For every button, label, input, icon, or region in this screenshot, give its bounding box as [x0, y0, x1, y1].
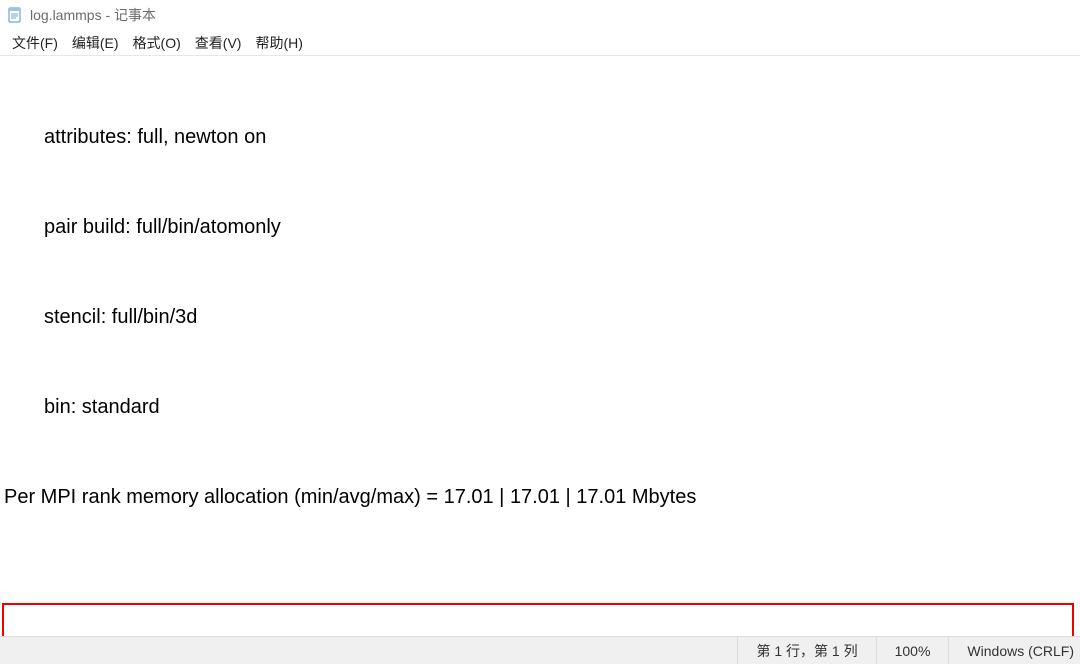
highlight-box: Step Temp Press PotEng Volume Lx Ly Lz 0…	[2, 603, 1074, 636]
titlebar: log.lammps - 记事本	[0, 0, 1080, 30]
menubar: 文件(F) 编辑(E) 格式(O) 查看(V) 帮助(H)	[0, 30, 1080, 56]
menu-file[interactable]: 文件(F)	[6, 31, 64, 55]
status-spacer	[0, 637, 738, 664]
menu-help[interactable]: 帮助(H)	[249, 31, 308, 55]
log-line: attributes: full, newton on	[2, 122, 1078, 152]
log-line: pair build: full/bin/atomonly	[2, 212, 1078, 242]
window-title: log.lammps - 记事本	[30, 5, 156, 25]
menu-format[interactable]: 格式(O)	[127, 31, 187, 55]
status-zoom: 100%	[877, 637, 950, 664]
menu-view[interactable]: 查看(V)	[189, 31, 248, 55]
notepad-icon	[6, 6, 24, 24]
log-line: bin: standard	[2, 392, 1078, 422]
status-cursor-position: 第 1 行，第 1 列	[738, 637, 876, 664]
log-line: Per MPI rank memory allocation (min/avg/…	[2, 482, 1078, 512]
text-area[interactable]: attributes: full, newton on pair build: …	[0, 56, 1080, 636]
menu-edit[interactable]: 编辑(E)	[66, 31, 125, 55]
log-line: stencil: full/bin/3d	[2, 302, 1078, 332]
status-line-ending: Windows (CRLF)	[949, 637, 1080, 664]
statusbar: 第 1 行，第 1 列 100% Windows (CRLF)	[0, 636, 1080, 664]
